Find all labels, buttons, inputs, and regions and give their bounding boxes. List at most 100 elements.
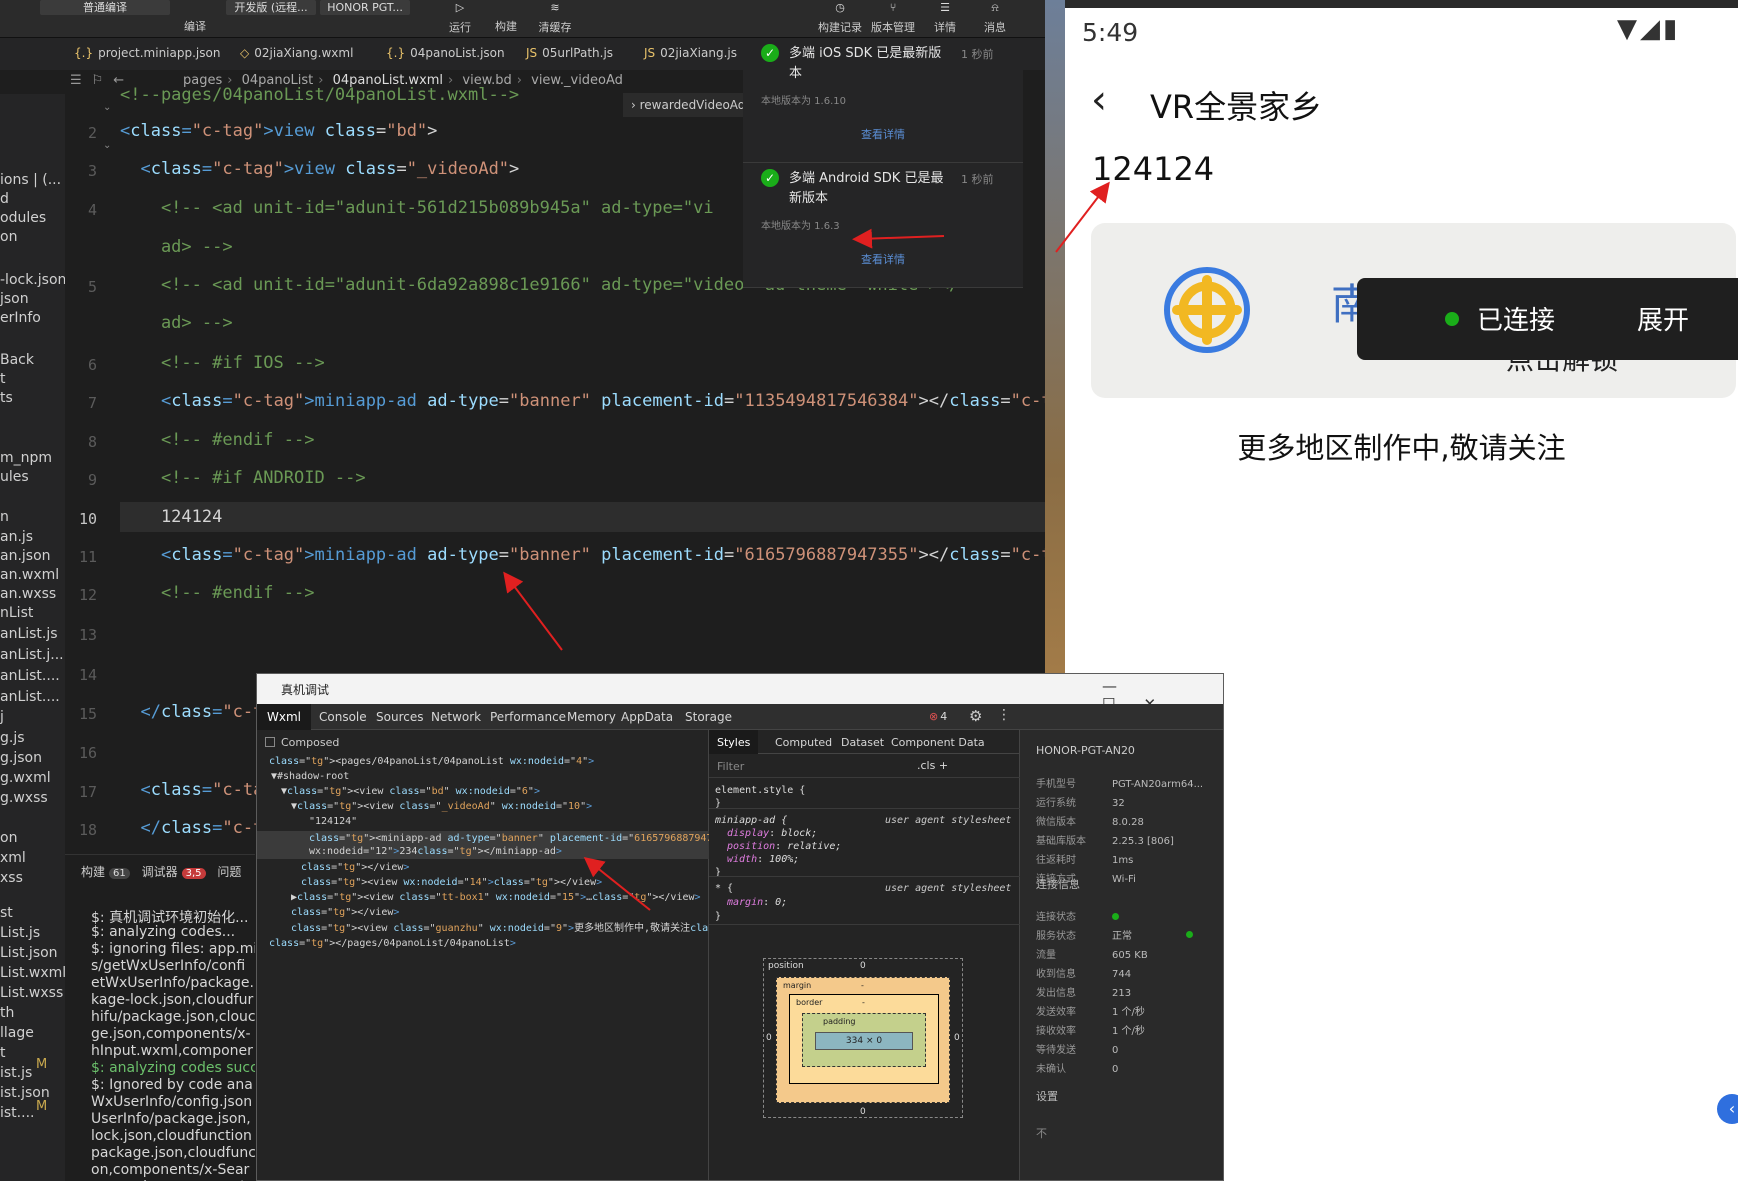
code-line[interactable]: <!-- #if IOS --> — [120, 348, 325, 378]
cls-button[interactable]: .cls + — [917, 759, 948, 772]
code-line[interactable]: <class="c-tag">view class="_videoAd"> — [120, 154, 519, 184]
explorer-item[interactable]: List.wxml — [0, 965, 65, 983]
style-rule-line[interactable]: * {user agent stylesheet — [715, 882, 1011, 895]
code-line[interactable]: <!-- #endif --> — [120, 578, 315, 608]
explorer-item[interactable]: anList.js — [0, 626, 58, 644]
file-tab[interactable]: JS 02jiaXiang.js — [644, 46, 737, 64]
devtools-tab[interactable]: Performance — [490, 710, 566, 724]
wxml-node[interactable]: ▶class="tg"><view class="tt-box1" wx:nod… — [291, 890, 701, 905]
code-line[interactable]: <class="c-tag">miniapp-ad ad-type="banne… — [120, 540, 1045, 570]
explorer-item[interactable]: json — [0, 291, 29, 309]
view-detail-link[interactable]: 查看详情 — [743, 126, 1023, 142]
wxml-node[interactable]: class="tg"></view> — [301, 860, 409, 875]
composed-checkbox[interactable] — [265, 737, 275, 747]
code-line[interactable]: <class="c-tag">view class="bd"> — [120, 116, 437, 146]
code-line[interactable]: <class="c-tag">miniapp-ad ad-type="banne… — [120, 386, 1045, 416]
style-tab[interactable]: Dataset — [841, 736, 884, 749]
devtools-tab[interactable]: Memory — [567, 710, 616, 724]
explorer-item[interactable]: ions | (... — [0, 172, 61, 190]
devtools-tab[interactable]: Console — [319, 710, 367, 724]
wxml-node[interactable]: class="tg"><view wx:nodeid="14">class="t… — [301, 875, 602, 890]
detail-button[interactable]: ☰ 详情 — [920, 0, 970, 38]
device-select-value[interactable]: HONOR PGT... — [320, 0, 410, 15]
tab-problems[interactable]: 问题 — [217, 865, 241, 879]
explorer-item[interactable]: on — [0, 229, 17, 247]
gear-icon[interactable]: ⚙ — [969, 707, 982, 725]
wxml-node[interactable]: class="tg"></pages/04panoList/04panoList… — [269, 936, 516, 951]
wxml-node[interactable]: ▼class="tg"><view class="_videoAd" wx:no… — [291, 799, 592, 814]
explorer-item[interactable]: on — [0, 830, 17, 848]
explorer-item[interactable]: th — [0, 1005, 14, 1023]
file-tab[interactable]: ◇ 02jiaXiang.wxml — [240, 46, 353, 64]
explorer-item[interactable]: g.json — [0, 750, 42, 768]
style-rule-line[interactable]: element.style { — [715, 784, 805, 797]
explorer-item[interactable]: n — [0, 509, 9, 527]
code-line[interactable]: ad> --> — [120, 232, 233, 262]
more-vertical-icon[interactable]: ⋮ — [997, 707, 1011, 723]
devtools-tab[interactable]: Sources — [376, 710, 423, 724]
explorer-item[interactable]: ts — [0, 390, 13, 408]
explorer-item[interactable]: g.js — [0, 730, 25, 748]
message-button[interactable]: ⍾ 消息 — [970, 0, 1020, 38]
explorer-item[interactable]: an.json — [0, 548, 51, 566]
explorer-item[interactable]: an.wxss — [0, 586, 56, 604]
explorer-item[interactable]: llage — [0, 1025, 34, 1043]
explorer-item[interactable]: List.wxss — [0, 985, 63, 1003]
view-detail-link[interactable]: 查看详情 — [743, 251, 1023, 267]
code-line[interactable]: ad> --> — [120, 308, 233, 338]
style-rule-line[interactable]: position: relative; — [727, 840, 841, 853]
build-log-button[interactable]: ◷ 构建记录 — [815, 0, 865, 38]
code-line[interactable]: <!-- #if ANDROID --> — [120, 463, 366, 493]
expand-button[interactable]: 展开 — [1637, 300, 1689, 337]
style-tab[interactable]: Computed — [775, 736, 832, 749]
explorer-item[interactable]: anList.j... — [0, 647, 64, 665]
settings-option[interactable]: 不 — [1036, 1125, 1047, 1141]
wxml-node[interactable]: class="tg"></view> — [291, 905, 399, 920]
env-select-value[interactable]: 开发版 (远程... — [226, 0, 316, 15]
explorer-item[interactable]: -lock.json — [0, 272, 65, 290]
style-rule-line[interactable]: width: 100%; — [727, 853, 799, 866]
explorer-item[interactable]: anList.... — [0, 689, 60, 707]
style-rule-line[interactable]: miniapp-ad {user agent stylesheet — [715, 814, 1011, 827]
explorer-item[interactable]: List.js — [0, 925, 40, 943]
explorer-item[interactable]: ist.js — [0, 1065, 32, 1083]
float-collapse-button[interactable]: ‹ — [1717, 1094, 1738, 1124]
tab-build[interactable]: 构建 — [81, 865, 105, 879]
explorer-item[interactable]: anList.... — [0, 668, 60, 686]
explorer-item[interactable]: erInfo — [0, 310, 41, 328]
file-tab[interactable]: {.} 04panoList.json — [386, 46, 505, 64]
wxml-node[interactable]: ▼class="tg"><view class="bd" wx:nodeid="… — [281, 784, 540, 799]
devtools-tab[interactable]: Storage — [685, 710, 732, 724]
error-count[interactable]: ⊗ 4 — [929, 710, 947, 723]
explorer-item[interactable]: an.wxml — [0, 567, 59, 585]
explorer-item[interactable]: xss — [0, 870, 23, 888]
explorer-item[interactable]: t — [0, 371, 6, 389]
code-line[interactable]: <!--pages/04panoList/04panoList.wxml--> — [120, 80, 519, 110]
explorer-item[interactable]: nList — [0, 605, 33, 623]
file-tab[interactable]: JS 05urlPath.js — [526, 46, 613, 64]
explorer-item[interactable]: t — [0, 1045, 6, 1063]
wxml-node[interactable]: ▼#shadow-root — [271, 769, 349, 784]
style-rule-line[interactable]: display: block; — [727, 827, 817, 840]
explorer-item[interactable]: an.js — [0, 529, 33, 547]
back-arrow-icon[interactable]: ‹ — [1091, 80, 1107, 120]
explorer-item[interactable]: List.json — [0, 945, 58, 963]
compile-mode-value[interactable]: 普通编译 — [40, 0, 170, 15]
fold-chevron-icon[interactable]: ⌄ — [103, 102, 111, 113]
run-button[interactable]: ▷ 运行 — [440, 0, 480, 38]
filter-input[interactable]: Filter — [717, 760, 744, 773]
fold-chevron-icon[interactable]: ⌄ — [103, 140, 111, 151]
devtools-tab[interactable]: Network — [431, 710, 481, 724]
wxml-node[interactable]: class="tg"><pages/04panoList/04panoList … — [269, 754, 594, 769]
explorer-item[interactable]: g.wxss — [0, 790, 48, 808]
compile-mode-select[interactable]: 普通编译 — [40, 0, 170, 38]
wxml-node[interactable]: "124124" — [309, 814, 357, 829]
style-rule-line[interactable]: } — [715, 866, 721, 879]
device-select[interactable]: HONOR PGT... — [320, 0, 410, 38]
explorer-item[interactable]: d — [0, 191, 9, 209]
tab-debugger[interactable]: 调试器 — [142, 865, 178, 879]
file-tab[interactable]: {.} project.miniapp.json — [74, 46, 220, 64]
explorer-item[interactable]: j — [0, 709, 4, 727]
devtools-tab[interactable]: Wxml — [257, 704, 311, 730]
style-tab[interactable]: Styles — [709, 730, 759, 754]
